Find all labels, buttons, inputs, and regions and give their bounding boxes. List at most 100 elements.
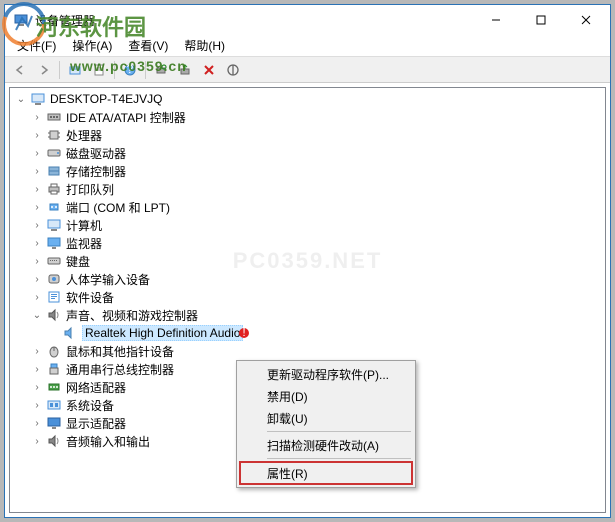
tb-uninstall[interactable] (198, 59, 220, 81)
expand-icon[interactable]: › (30, 236, 44, 250)
mouse-icon (46, 343, 62, 359)
context-menu: 更新驱动程序软件(P)... 禁用(D) 卸载(U) 扫描检测硬件改动(A) 属… (236, 360, 416, 488)
expand-icon[interactable]: › (30, 344, 44, 358)
svg-text:!: ! (243, 326, 246, 339)
back-button[interactable] (9, 59, 31, 81)
expand-icon[interactable]: › (30, 200, 44, 214)
sound-icon (46, 307, 62, 323)
tree-label: 软件设备 (66, 289, 114, 306)
tree-label: 键盘 (66, 253, 90, 270)
expand-icon[interactable]: › (30, 272, 44, 286)
expand-icon[interactable]: › (30, 362, 44, 376)
port-icon (46, 199, 62, 215)
tb-scan[interactable] (150, 59, 172, 81)
tree-label: 处理器 (66, 127, 102, 144)
expand-icon[interactable]: › (30, 218, 44, 232)
menu-file[interactable]: 文件(F) (9, 35, 64, 56)
tree-category[interactable]: › 人体学输入设备 (10, 270, 605, 288)
tree-category[interactable]: › 磁盘驱动器 (10, 144, 605, 162)
tree-category-expanded[interactable]: ⌄ 声音、视频和游戏控制器 (10, 306, 605, 324)
tree-root[interactable]: ⌄ DESKTOP-T4EJVJQ (10, 90, 605, 108)
spacer (46, 326, 60, 340)
ctx-properties[interactable]: 属性(R) (239, 461, 413, 485)
device-manager-icon (13, 12, 29, 28)
tree-category[interactable]: › 计算机 (10, 216, 605, 234)
tree-label: IDE ATA/ATAPI 控制器 (66, 109, 186, 126)
tree-label: 显示适配器 (66, 415, 126, 432)
expand-icon[interactable]: › (30, 254, 44, 268)
separator (267, 458, 411, 459)
expand-icon[interactable]: › (30, 398, 44, 412)
ctx-uninstall[interactable]: 卸载(U) (239, 407, 413, 429)
tree-label: 网络适配器 (66, 379, 126, 396)
tree-label: 鼠标和其他指针设备 (66, 343, 174, 360)
tree-label: 存储控制器 (66, 163, 126, 180)
tree-category[interactable]: › 打印队列 (10, 180, 605, 198)
network-icon (46, 379, 62, 395)
monitor-icon (46, 235, 62, 251)
tree-category[interactable]: › 端口 (COM 和 LPT) (10, 198, 605, 216)
hid-icon (46, 271, 62, 287)
window-title: 设备管理器 (35, 12, 473, 29)
printer-icon (46, 181, 62, 197)
tree-label: 声音、视频和游戏控制器 (66, 307, 198, 324)
separator (145, 61, 146, 79)
titlebar[interactable]: 设备管理器 (5, 5, 610, 35)
tree-label: 计算机 (66, 217, 102, 234)
expand-icon[interactable]: › (30, 182, 44, 196)
tb-show-hidden[interactable] (64, 59, 86, 81)
separator (59, 61, 60, 79)
tree-category[interactable]: › 处理器 (10, 126, 605, 144)
menu-action[interactable]: 操作(A) (64, 35, 120, 56)
expand-icon[interactable]: › (30, 290, 44, 304)
expand-icon[interactable]: › (30, 128, 44, 142)
ctx-update-driver[interactable]: 更新驱动程序软件(P)... (239, 363, 413, 385)
tree-device-selected[interactable]: Realtek High Definition Audio! (10, 324, 605, 342)
minimize-button[interactable] (473, 6, 518, 34)
expand-icon[interactable]: › (30, 146, 44, 160)
expand-icon[interactable]: › (30, 164, 44, 178)
computer-icon (30, 91, 46, 107)
collapse-icon[interactable]: ⌄ (14, 92, 28, 106)
expand-icon[interactable]: › (30, 110, 44, 124)
tree-category[interactable]: › 鼠标和其他指针设备 (10, 342, 605, 360)
computer-node-icon (46, 217, 62, 233)
tree-label: 打印队列 (66, 181, 114, 198)
tree-label: 人体学输入设备 (66, 271, 150, 288)
expand-icon[interactable]: › (30, 434, 44, 448)
collapse-icon[interactable]: ⌄ (30, 308, 44, 322)
keyboard-icon (46, 253, 62, 269)
ctx-scan[interactable]: 扫描检测硬件改动(A) (239, 434, 413, 456)
disk-icon (46, 145, 62, 161)
tree-category[interactable]: › 监视器 (10, 234, 605, 252)
menu-help[interactable]: 帮助(H) (176, 35, 233, 56)
ctx-disable[interactable]: 禁用(D) (239, 385, 413, 407)
separator (114, 61, 115, 79)
software-icon (46, 289, 62, 305)
tree-category[interactable]: › 键盘 (10, 252, 605, 270)
tb-disable[interactable] (222, 59, 244, 81)
toolbar: ? (5, 57, 610, 83)
selected-device-label: Realtek High Definition Audio (82, 325, 243, 341)
tb-help[interactable]: ? (119, 59, 141, 81)
svg-text:?: ? (127, 63, 134, 76)
tree-label: 音频输入和输出 (66, 433, 150, 450)
menu-view[interactable]: 查看(V) (120, 35, 176, 56)
storage-icon (46, 163, 62, 179)
menubar: 文件(F) 操作(A) 查看(V) 帮助(H) (5, 35, 610, 57)
tree-category[interactable]: › IDE ATA/ATAPI 控制器 (10, 108, 605, 126)
forward-button[interactable] (33, 59, 55, 81)
expand-icon[interactable]: › (30, 416, 44, 430)
tree-category[interactable]: › 软件设备 (10, 288, 605, 306)
tb-update-driver[interactable] (174, 59, 196, 81)
tree-label: 端口 (COM 和 LPT) (66, 199, 170, 216)
tree-label: 监视器 (66, 235, 102, 252)
expand-icon[interactable]: › (30, 380, 44, 394)
system-icon (46, 397, 62, 413)
maximize-button[interactable] (518, 6, 563, 34)
close-button[interactable] (563, 6, 608, 34)
usb-icon (46, 361, 62, 377)
tb-properties[interactable] (88, 59, 110, 81)
tree-label: 磁盘驱动器 (66, 145, 126, 162)
tree-category[interactable]: › 存储控制器 (10, 162, 605, 180)
